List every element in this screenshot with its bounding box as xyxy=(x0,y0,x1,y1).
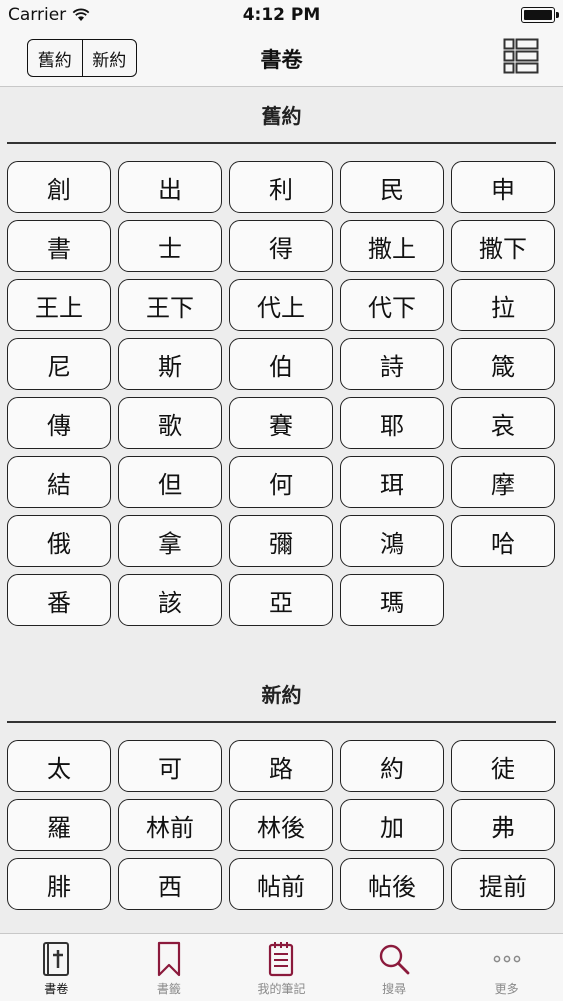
tab-bookmarks[interactable]: 書籤 xyxy=(113,934,226,1001)
book-button[interactable]: 歌 xyxy=(118,397,222,449)
book-button[interactable]: 可 xyxy=(118,740,222,792)
book-button[interactable]: 書 xyxy=(7,220,111,272)
book-button[interactable]: 傳 xyxy=(7,397,111,449)
book-button[interactable]: 路 xyxy=(229,740,333,792)
more-dots-icon xyxy=(493,955,521,963)
bible-book-icon xyxy=(43,942,70,976)
book-button[interactable]: 彌 xyxy=(229,515,333,567)
book-button[interactable]: 拿 xyxy=(118,515,222,567)
book-button[interactable]: 伯 xyxy=(229,338,333,390)
new-testament-grid: 太可路約徒羅林前 林後加弗腓西帖前 帖後 提前 xyxy=(0,723,563,910)
book-button[interactable]: 西 xyxy=(118,858,222,910)
book-button[interactable]: 亞 xyxy=(229,574,333,626)
book-button[interactable]: 羅 xyxy=(7,799,111,851)
book-button[interactable]: 民 xyxy=(340,161,444,213)
book-button[interactable]: 申 xyxy=(451,161,555,213)
book-button[interactable]: 瑪 xyxy=(340,574,444,626)
notepad-icon xyxy=(269,942,294,977)
book-button[interactable]: 林前 xyxy=(118,799,222,851)
tab-label: 書卷 xyxy=(44,982,69,996)
book-button[interactable]: 番 xyxy=(7,574,111,626)
book-button[interactable]: 得 xyxy=(229,220,333,272)
book-button[interactable]: 創 xyxy=(7,161,111,213)
tab-books[interactable]: 書卷 xyxy=(0,934,113,1001)
book-button[interactable]: 俄 xyxy=(7,515,111,567)
section-title-old-testament: 舊約 xyxy=(261,104,302,128)
tab-label: 搜尋 xyxy=(382,982,407,996)
book-list[interactable]: 舊約 創出利民申書士得撒上 撒下王上 王下 代上 代下拉尼斯伯詩箴傳歌賽耶哀結但何珥摩俄… xyxy=(0,87,563,933)
old-testament-grid: 創出利民申書士得撒上 撒下王上 王下 代上 代下拉尼斯伯詩箴傳歌賽耶哀結但何珥摩俄拿彌鴻… xyxy=(0,144,563,626)
book-button[interactable]: 拉 xyxy=(451,279,555,331)
book-button[interactable]: 王上 xyxy=(7,279,111,331)
tab-my-notes[interactable]: 我的筆記 xyxy=(225,934,338,1001)
book-button[interactable]: 撒下 xyxy=(451,220,555,272)
status-time: 4:12 PM xyxy=(242,5,321,25)
book-button[interactable]: 太 xyxy=(7,740,111,792)
book-button[interactable]: 徒 xyxy=(451,740,555,792)
book-button[interactable]: 該 xyxy=(118,574,222,626)
book-button[interactable]: 摩 xyxy=(451,456,555,508)
book-button[interactable]: 弗 xyxy=(451,799,555,851)
book-button[interactable]: 提前 xyxy=(451,858,555,910)
book-button[interactable]: 王下 xyxy=(118,279,222,331)
page-title: 書卷 xyxy=(260,48,303,72)
status-bar: Carrier 4:12 PM xyxy=(0,0,563,30)
book-button[interactable]: 代下 xyxy=(340,279,444,331)
book-button[interactable]: 尼 xyxy=(7,338,111,390)
book-button[interactable]: 代上 xyxy=(229,279,333,331)
tab-more[interactable]: 更多 xyxy=(450,934,563,1001)
book-button[interactable]: 利 xyxy=(229,161,333,213)
tab-search[interactable]: 搜尋 xyxy=(338,934,451,1001)
book-button[interactable]: 但 xyxy=(118,456,222,508)
book-button[interactable]: 珥 xyxy=(340,456,444,508)
book-button[interactable]: 林後 xyxy=(229,799,333,851)
bookmark-icon xyxy=(157,941,180,977)
book-button[interactable]: 約 xyxy=(340,740,444,792)
list-view-toggle-icon[interactable] xyxy=(503,38,539,74)
tab-label: 更多 xyxy=(494,982,519,996)
book-button[interactable]: 結 xyxy=(7,456,111,508)
book-button[interactable]: 帖前 xyxy=(229,858,333,910)
book-button[interactable]: 士 xyxy=(118,220,222,272)
book-button[interactable]: 賽 xyxy=(229,397,333,449)
book-button[interactable]: 箴 xyxy=(451,338,555,390)
book-button[interactable]: 詩 xyxy=(340,338,444,390)
book-button[interactable]: 何 xyxy=(229,456,333,508)
tab-label: 書籤 xyxy=(156,982,181,996)
section-title-new-testament: 新約 xyxy=(261,683,302,707)
book-button[interactable]: 耶 xyxy=(340,397,444,449)
book-button[interactable]: 斯 xyxy=(118,338,222,390)
book-button[interactable]: 哈 xyxy=(451,515,555,567)
book-button[interactable]: 撒上 xyxy=(340,220,444,272)
book-button[interactable]: 鴻 xyxy=(340,515,444,567)
old-testament-section: 舊約 創出利民申書士得撒上 撒下王上 王下 代上 代下拉尼斯伯詩箴傳歌賽耶哀結但何珥摩俄… xyxy=(0,87,563,626)
tab-label: 我的筆記 xyxy=(257,982,306,996)
navigation-bar: 舊約 新約 書卷 xyxy=(0,30,563,87)
book-button[interactable]: 出 xyxy=(118,161,222,213)
book-button[interactable]: 加 xyxy=(340,799,444,851)
book-button[interactable]: 哀 xyxy=(451,397,555,449)
new-testament-section: 新約 太可路約徒羅林前 林後加弗腓西帖前 帖後 提前 xyxy=(0,666,563,910)
book-button[interactable]: 腓 xyxy=(7,858,111,910)
battery-icon xyxy=(521,7,559,23)
book-button[interactable]: 帖後 xyxy=(340,858,444,910)
tab-bar: 書卷 書籤 我的筆記 搜尋 更多 xyxy=(0,933,563,1001)
search-icon xyxy=(379,944,410,975)
